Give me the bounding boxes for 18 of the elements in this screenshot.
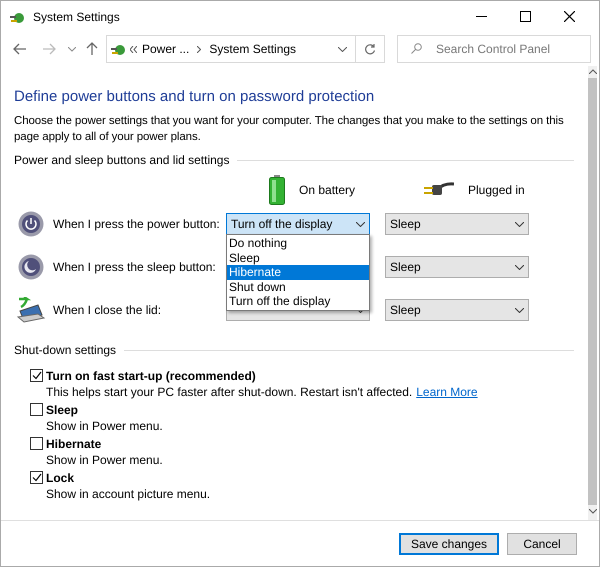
- section-title: Shut-down settings: [14, 342, 116, 359]
- page-heading: Define power buttons and turn on password protection: [14, 88, 376, 106]
- checkbox-label: Sleep: [46, 402, 78, 418]
- checkbox-label: Hibernate: [46, 436, 102, 452]
- setting-label: When I press the sleep button:: [53, 259, 217, 276]
- description-text: Show in Power menu.: [46, 452, 163, 468]
- description-text: Show in account picture menu.: [46, 486, 210, 502]
- setting-label: When I close the lid:: [53, 302, 162, 319]
- checkbox-label: Turn on fast start-up (recommended): [46, 368, 256, 384]
- setting-label: When I press the power button:: [53, 216, 221, 233]
- window-title: System Settings: [33, 8, 120, 26]
- section-title: Power and sleep buttons and lid settings: [14, 152, 230, 169]
- checkbox-label: Lock: [46, 470, 74, 486]
- description-text: Show in Power menu.: [46, 418, 163, 434]
- column-heading: On battery: [299, 182, 356, 199]
- column-heading: Plugged in: [468, 182, 525, 199]
- intro-text: Choose the power settings that you want for your computer. The changes that you make to the settings on this page apply to all of your power plans.: [14, 114, 565, 145]
- description-text: This helps start your PC faster after shut-down. Restart isn't affected.: [46, 384, 412, 400]
